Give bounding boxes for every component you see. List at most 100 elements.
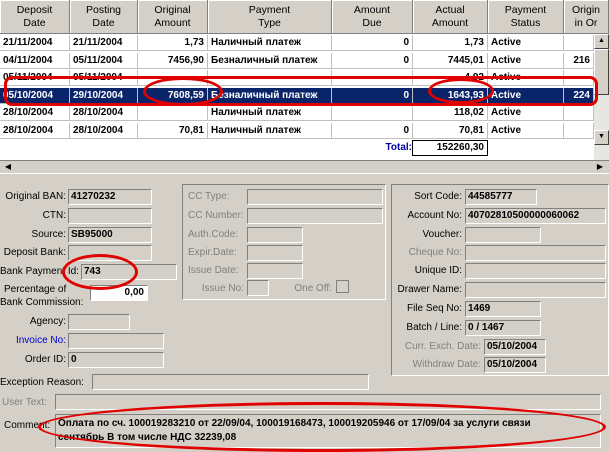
cell-original[interactable]: 7456,90 [138,52,208,69]
table-row[interactable]: 21/11/2004 21/11/2004 1,73 Наличный платеж 0… [0,35,594,51]
drawer-name-field[interactable] [465,282,606,298]
cell-origin[interactable] [564,105,594,121]
comment-field[interactable]: Оплата по сч. 100019283210 от 22/09/04, … [55,414,601,448]
source-field[interactable]: SB95000 [68,227,152,243]
cell-deposit[interactable]: 21/11/2004 [0,35,70,51]
cell-origin[interactable]: 224 [564,87,594,104]
auth-code-field[interactable] [247,227,303,243]
cell-posting[interactable]: 05/11/2004 [70,70,138,86]
cell-type[interactable]: Наличный платеж [208,105,332,121]
cell-due[interactable] [332,105,413,121]
cell-type[interactable]: Наличный платеж [208,122,332,139]
invoice-no-field[interactable] [68,333,164,349]
cell-due[interactable]: 0 [332,122,413,139]
payments-grid[interactable]: Deposit Date Posting Date Original Amoun… [0,0,609,160]
cell-actual[interactable]: 1643,93 [413,87,488,104]
cell-type[interactable]: Наличный платеж [208,35,332,51]
cell-status[interactable]: Active [488,70,564,86]
cell-due[interactable]: 0 [332,87,413,104]
col-header-deposit-date[interactable]: Deposit Date [0,0,70,34]
bank-payment-id-field[interactable]: 743 [81,264,177,280]
cell-origin[interactable] [564,122,594,139]
withdraw-date-field[interactable]: 05/10/2004 [484,357,546,373]
cell-due[interactable]: 0 [332,52,413,69]
table-row[interactable]: 28/10/2004 28/10/2004 Наличный платеж 118,0… [0,105,594,121]
ctn-field[interactable] [68,208,152,224]
user-text-field[interactable] [55,394,601,410]
col-header-original-amount[interactable]: Original Amount [138,0,208,34]
col-header-origin[interactable]: Origin in Or [564,0,609,34]
cell-deposit[interactable]: 28/10/2004 [0,122,70,139]
agency-field[interactable] [68,314,130,330]
cell-origin[interactable]: 216 [564,52,594,69]
cell-posting[interactable]: 28/10/2004 [70,105,138,121]
scroll-up-icon[interactable]: ▲ [594,34,609,49]
cell-posting[interactable]: 05/11/2004 [70,52,138,69]
cell-status[interactable]: Active [488,122,564,139]
account-no-field[interactable]: 40702810500000060062 [465,208,606,224]
cell-type[interactable]: Безналичный платеж [208,52,332,69]
issue-date-field[interactable] [247,263,303,279]
pct-commission-field[interactable]: 0,00 [90,285,148,301]
unique-id-field[interactable] [465,263,606,279]
original-ban-field[interactable]: 41270232 [68,189,152,205]
cell-origin[interactable] [564,35,594,51]
table-row[interactable]: 05/10/2004 29/10/2004 7608,59 Безналичный п… [0,87,594,104]
cell-status[interactable]: Active [488,105,564,121]
cell-original[interactable]: 70,81 [138,122,208,139]
issue-no-field[interactable] [247,280,269,296]
cell-actual[interactable]: 7445,01 [413,52,488,69]
cell-actual[interactable]: 1,73 [413,35,488,51]
cc-number-field[interactable] [247,208,383,224]
col-header-amount-due[interactable]: Amount Due [332,0,413,34]
cell-original[interactable]: 7608,59 [138,87,208,104]
scroll-left-icon[interactable]: ◀ [2,161,14,173]
cell-posting[interactable]: 21/11/2004 [70,35,138,51]
cc-type-field[interactable] [247,189,383,205]
scroll-down-icon[interactable]: ▼ [594,130,609,145]
cell-status[interactable]: Active [488,52,564,69]
sort-code-field[interactable]: 44585777 [465,189,537,205]
table-row[interactable]: 04/11/2004 05/11/2004 7456,90 Безналичный п… [0,52,594,69]
grid-vertical-scrollbar[interactable]: ▲ ▼ [594,34,609,160]
cell-type[interactable] [208,70,332,86]
cell-origin[interactable] [564,70,594,86]
cell-due[interactable]: 0 [332,35,413,51]
expir-date-field[interactable] [247,245,303,261]
cell-actual[interactable]: 4,92 [413,70,488,86]
cell-type[interactable]: Безналичный платеж [208,87,332,104]
cell-original[interactable]: 1,73 [138,35,208,51]
table-row[interactable]: 28/10/2004 28/10/2004 70,81 Наличный платеж… [0,122,594,139]
voucher-field[interactable] [465,227,541,243]
file-seq-no-field[interactable]: 1469 [465,301,541,317]
cell-posting[interactable]: 29/10/2004 [70,87,138,104]
cell-posting[interactable]: 28/10/2004 [70,122,138,139]
col-header-posting-date[interactable]: Posting Date [70,0,138,34]
col-header-payment-type[interactable]: Payment Type [208,0,332,34]
curr-exch-date-field[interactable]: 05/10/2004 [484,339,546,355]
cell-actual[interactable]: 118,02 [413,105,488,121]
invoice-no-link[interactable]: Invoice No: [0,334,66,348]
cell-deposit[interactable]: 05/10/2004 [0,87,70,104]
scroll-right-icon[interactable]: ▶ [594,161,606,173]
scroll-thumb[interactable] [594,49,609,95]
order-id-field[interactable]: 0 [68,352,164,368]
batch-line-field[interactable]: 0 / 1467 [465,320,541,336]
cheque-no-field[interactable] [465,245,606,261]
one-off-checkbox[interactable] [336,280,349,293]
cell-deposit[interactable]: 05/11/2004 [0,70,70,86]
cell-status[interactable]: Active [488,87,564,104]
horizontal-scrollbar[interactable] [0,160,609,174]
col-header-actual-amount[interactable]: Actual Amount [413,0,488,34]
deposit-bank-field[interactable] [68,245,152,261]
cell-deposit[interactable]: 28/10/2004 [0,105,70,121]
cell-due[interactable] [332,70,413,86]
col-header-payment-status[interactable]: Payment Status [488,0,564,34]
cell-actual[interactable]: 70,81 [413,122,488,139]
cell-status[interactable]: Active [488,35,564,51]
exception-reason-field[interactable] [92,374,369,390]
cell-original[interactable] [138,105,208,121]
table-row[interactable]: 05/11/2004 05/11/2004 4,92 Active [0,70,594,86]
cell-deposit[interactable]: 04/11/2004 [0,52,70,69]
cell-original[interactable] [138,70,208,86]
